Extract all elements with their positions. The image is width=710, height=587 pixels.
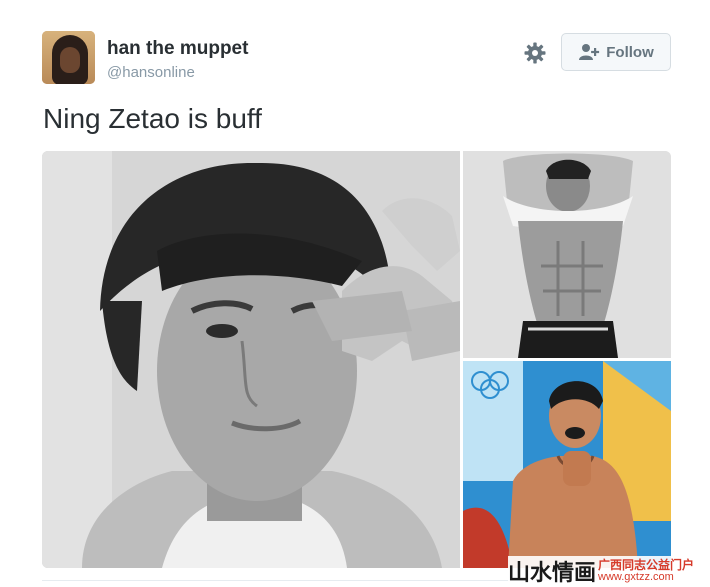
- watermark: 山水情画 广西同志公益门户 www.gxtzz.com: [508, 556, 710, 586]
- media-photo-main[interactable]: [42, 151, 460, 568]
- user-display-name[interactable]: han the muppet: [107, 38, 248, 60]
- media-photo-bottom-right[interactable]: [463, 361, 671, 568]
- watermark-main: 山水情画: [508, 560, 597, 585]
- follow-button[interactable]: Follow: [561, 33, 671, 71]
- user-avatar[interactable]: [42, 31, 95, 84]
- watermark-side-text: 广西同志公益门户: [598, 558, 695, 572]
- tweet-text: Ning Zetao is buff: [43, 103, 262, 134]
- media-photo-top-right[interactable]: [463, 151, 671, 358]
- watermark-url: www.gxtzz.com: [598, 571, 674, 583]
- gear-icon[interactable]: [523, 41, 547, 65]
- user-handle[interactable]: @hansonline: [107, 64, 195, 81]
- media-grid: [42, 151, 671, 568]
- avatar-face: [60, 47, 80, 73]
- follow-label: Follow: [606, 43, 654, 61]
- add-user-icon: [579, 44, 600, 60]
